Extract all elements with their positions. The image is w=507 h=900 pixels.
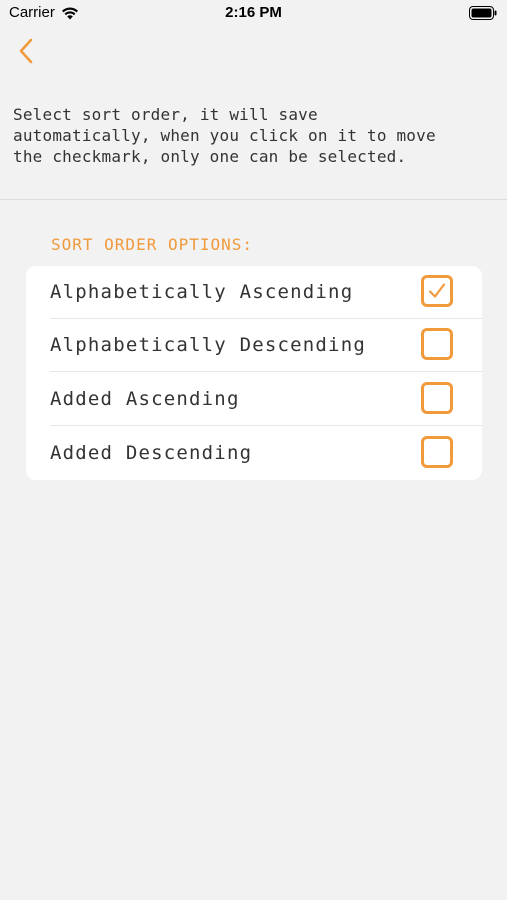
instructions-text: Select sort order, it will save automati… <box>13 105 436 166</box>
status-bar: Carrier 2:16 PM <box>0 0 507 28</box>
divider <box>0 199 507 200</box>
option-label: Alphabetically Descending <box>50 334 366 356</box>
option-label: Added Ascending <box>50 388 240 410</box>
checkbox-unchecked[interactable] <box>421 382 453 414</box>
checkbox-unchecked[interactable] <box>421 436 453 468</box>
sort-options-list: Alphabetically Ascending Alphabetically … <box>26 266 482 480</box>
checkbox-unchecked[interactable] <box>421 328 453 360</box>
option-alphabetically-descending[interactable]: Alphabetically Descending <box>26 319 482 372</box>
chevron-left-icon <box>18 37 34 69</box>
row-separator <box>50 425 482 426</box>
battery-icon <box>469 6 497 20</box>
option-added-ascending[interactable]: Added Ascending <box>26 373 482 426</box>
section-header: SORT ORDER OPTIONS: <box>51 235 254 254</box>
row-separator <box>50 371 482 372</box>
option-label: Added Descending <box>50 442 253 464</box>
option-added-descending[interactable]: Added Descending <box>26 427 482 480</box>
back-button[interactable] <box>10 36 42 70</box>
checkmark-icon <box>428 283 446 298</box>
option-alphabetically-ascending[interactable]: Alphabetically Ascending <box>26 266 482 319</box>
status-time: 2:16 PM <box>225 4 282 21</box>
option-label: Alphabetically Ascending <box>50 281 354 303</box>
checkbox-checked[interactable] <box>421 275 453 307</box>
